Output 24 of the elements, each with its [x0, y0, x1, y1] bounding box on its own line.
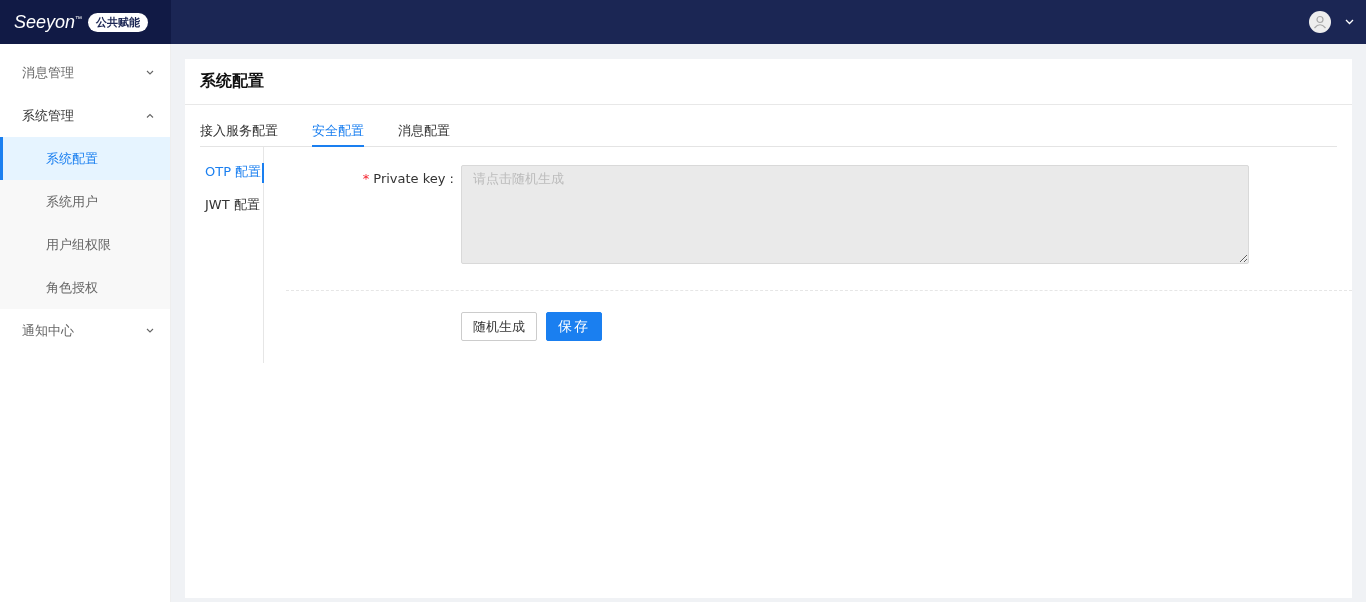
menu-group[interactable]: 通知中心 [0, 309, 170, 352]
chevron-down-icon[interactable] [1345, 19, 1354, 25]
tab[interactable]: 接入服务配置 [200, 119, 278, 147]
menu-group[interactable]: 消息管理 [0, 51, 170, 94]
required-mark: * [362, 171, 370, 188]
product-badge: 公共赋能 [88, 12, 149, 32]
chevron-up-icon [146, 113, 154, 118]
tab[interactable]: 消息配置 [398, 119, 450, 147]
menu-item[interactable]: 系统配置 [0, 137, 170, 180]
menu-item[interactable]: 角色授权 [0, 266, 170, 309]
logo: Seeyon$^{™}$ [14, 11, 83, 33]
chevron-down-icon [146, 70, 154, 75]
field-label: Private key : [373, 171, 454, 188]
chevron-down-icon [146, 328, 154, 333]
avatar-icon[interactable] [1309, 11, 1331, 33]
generate-button[interactable]: 随机生成 [461, 312, 537, 341]
menu-group[interactable]: 系统管理 [0, 94, 170, 137]
menu-item[interactable]: 用户组权限 [0, 223, 170, 266]
tab[interactable]: 安全配置 [312, 119, 364, 147]
save-button[interactable]: 保存 [546, 312, 602, 341]
side-tab[interactable]: OTP 配置 [205, 163, 264, 183]
side-tab[interactable]: JWT 配置 [205, 196, 264, 229]
menu-item[interactable]: 系统用户 [0, 180, 170, 223]
page-title: 系统配置 [185, 59, 1352, 105]
